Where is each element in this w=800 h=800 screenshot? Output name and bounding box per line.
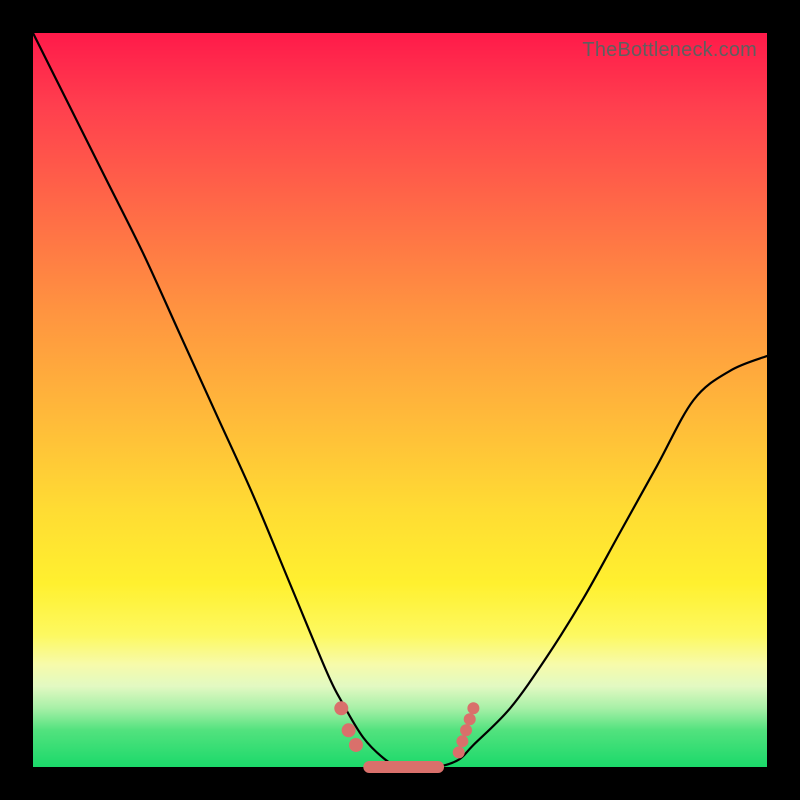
marker-cluster-left	[334, 701, 363, 752]
curve-svg	[33, 33, 767, 767]
bottleneck-curve	[33, 33, 767, 768]
marker-bottom-pill	[363, 761, 444, 773]
plot-area: TheBottleneck.com	[33, 33, 767, 767]
marker-cluster-right	[453, 702, 480, 758]
chart-frame: TheBottleneck.com	[0, 0, 800, 800]
